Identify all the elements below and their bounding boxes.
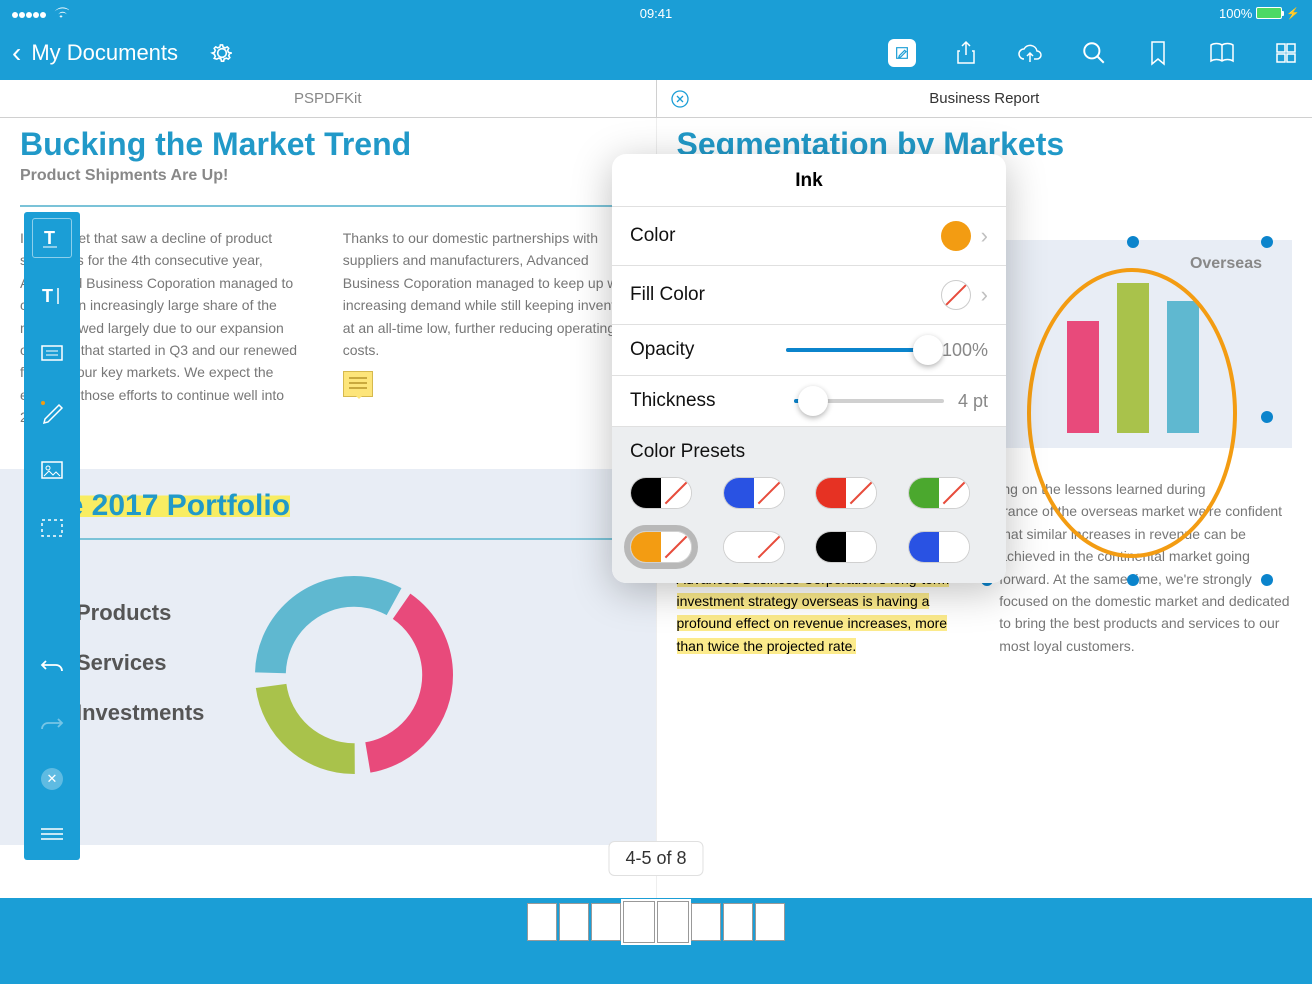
highlight-annotation[interactable]: Advanced Business Corporation's long-ter… (677, 571, 950, 654)
divider (30, 538, 626, 540)
page-thumb-1[interactable] (527, 903, 557, 941)
share-icon (954, 40, 978, 66)
ink-inspector-popover: Ink Color › Fill Color › Opacity 100% Th… (612, 154, 1006, 583)
bookmark-button[interactable] (1144, 39, 1172, 67)
divider (20, 205, 636, 207)
charging-icon: ⚡ (1286, 7, 1300, 20)
note-icon (40, 344, 64, 364)
preset-black-white[interactable] (815, 531, 877, 563)
svg-text:T: T (44, 228, 55, 248)
preset-orange-none[interactable] (630, 531, 692, 563)
gear-icon (209, 40, 235, 66)
preset-white-none[interactable] (723, 531, 785, 563)
preset-black-none[interactable] (630, 477, 692, 509)
redo-button[interactable] (38, 710, 66, 738)
bookmark-icon (1149, 40, 1167, 66)
search-icon (1081, 40, 1107, 66)
opacity-slider[interactable] (786, 348, 928, 352)
ink-annotation[interactable] (1027, 268, 1237, 558)
back-title[interactable]: My Documents (31, 40, 178, 66)
page-thumb-2[interactable] (559, 903, 589, 941)
highlight-text-tool[interactable]: T (38, 224, 66, 252)
chevron-right-icon: › (981, 223, 988, 249)
preset-red-none[interactable] (815, 477, 877, 509)
status-bar: 09:41 100% ⚡ (0, 0, 1312, 26)
battery-icon (1256, 7, 1282, 19)
book-icon (1208, 41, 1236, 65)
cloud-upload-icon (1016, 42, 1044, 64)
bottom-bar (0, 946, 1312, 984)
image-icon (40, 460, 64, 480)
image-tool[interactable] (38, 456, 66, 484)
close-tab-button[interactable] (671, 90, 689, 108)
chevron-right-icon: › (981, 282, 988, 308)
thickness-slider[interactable] (794, 399, 944, 403)
portfolio-section: The 2017 Portfolio Products Services Inv… (0, 469, 656, 845)
page-thumb-3[interactable] (591, 903, 621, 941)
settings-button[interactable] (208, 39, 236, 67)
slider-thumb[interactable] (798, 386, 828, 416)
back-chevron-icon[interactable]: ‹ (12, 37, 21, 69)
preset-green-none[interactable] (908, 477, 970, 509)
undo-icon (40, 657, 64, 675)
page-title: Bucking the Market Trend (20, 126, 636, 163)
page-4[interactable]: Bucking the Market Trend Product Shipmen… (0, 118, 657, 898)
thumbnail-strip[interactable] (0, 898, 1312, 946)
page-thumb-4[interactable] (623, 901, 655, 943)
selection-tool[interactable] (38, 514, 66, 542)
tab-pspdfkit[interactable]: PSPDFKit (0, 80, 656, 117)
close-icon (671, 90, 689, 108)
freetext-tool[interactable]: T (38, 282, 66, 310)
status-time: 09:41 (441, 6, 870, 21)
page-thumb-6[interactable] (691, 903, 721, 941)
wifi-icon (53, 7, 69, 19)
page-thumb-5[interactable] (657, 901, 689, 943)
share-button[interactable] (952, 39, 980, 67)
note-annotation-icon[interactable] (343, 371, 373, 397)
annotation-toolbar: T T ✕ (24, 212, 80, 860)
svg-text:T: T (42, 286, 53, 306)
grid-icon (1274, 41, 1298, 65)
note-tool[interactable] (38, 340, 66, 368)
thickness-row: Thickness 4 pt (612, 375, 1006, 427)
outline-button[interactable] (1208, 39, 1236, 67)
more-button[interactable] (38, 820, 66, 848)
preset-blue-white[interactable] (908, 531, 970, 563)
battery-percent: 100% (1219, 6, 1252, 21)
color-row[interactable]: Color › (612, 206, 1006, 265)
opacity-row: Opacity 100% (612, 324, 1006, 375)
undo-button[interactable] (38, 652, 66, 680)
document-tabs: PSPDFKit Business Report (0, 80, 1312, 118)
marquee-icon (40, 518, 64, 538)
text-cursor-icon: T (40, 284, 64, 308)
color-swatch-icon (941, 221, 971, 251)
slider-thumb[interactable] (913, 335, 943, 365)
ink-tool[interactable] (38, 398, 66, 426)
page-thumb-8[interactable] (755, 903, 785, 941)
color-presets-section: Color Presets (612, 427, 1006, 583)
tab-business-report[interactable]: Business Report (656, 80, 1312, 117)
body-column-2: Thanks to our domestic partnerships with… (343, 227, 636, 429)
search-button[interactable] (1080, 39, 1108, 67)
signal-dots-icon (12, 6, 47, 21)
page-indicator: 4-5 of 8 (608, 841, 703, 876)
thumbnails-button[interactable] (1272, 39, 1300, 67)
preset-blue-none[interactable] (723, 477, 785, 509)
donut-chart (244, 565, 464, 785)
lines-icon (41, 827, 63, 841)
popover-title: Ink (612, 154, 1006, 206)
pen-icon (39, 399, 65, 425)
text-highlight-icon: T (40, 226, 64, 250)
nav-bar: ‹ My Documents (0, 26, 1312, 80)
cloud-button[interactable] (1016, 39, 1044, 67)
page-thumb-7[interactable] (723, 903, 753, 941)
fill-color-row[interactable]: Fill Color › (612, 265, 1006, 324)
close-toolbar-button[interactable]: ✕ (41, 768, 63, 790)
annotate-button[interactable] (888, 39, 916, 67)
page-subtitle: Product Shipments Are Up! (20, 167, 636, 185)
pencil-square-icon (894, 42, 910, 64)
redo-icon (40, 715, 64, 733)
no-fill-icon (941, 280, 971, 310)
